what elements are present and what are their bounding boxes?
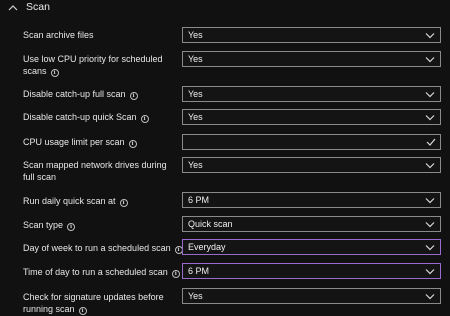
info-icon[interactable]: i [129, 92, 138, 100]
setting-label: Time of day to run a scheduled scan i [23, 267, 193, 279]
setting-label: Disable catch-up quick Scan i [23, 112, 173, 124]
checkmark-icon [426, 138, 436, 146]
setting-label: Use low CPU priority for scheduled scans… [23, 54, 163, 77]
dropdown-value: Yes [188, 30, 203, 40]
dropdown-value: Yes [188, 291, 203, 301]
disable-catchup-full-scan-dropdown[interactable]: Yes [182, 86, 441, 102]
dropdown-value: Yes [188, 89, 203, 99]
low-cpu-priority-dropdown[interactable]: Yes [182, 51, 441, 67]
chevron-down-icon [425, 33, 435, 39]
setting-label: Day of week to run a scheduled scan i [23, 243, 193, 255]
signature-update-check-dropdown[interactable]: Yes [182, 288, 441, 304]
dropdown-value: Yes [188, 54, 203, 64]
chevron-down-icon [425, 92, 435, 98]
setting-label: Scan mapped network drives during full s… [23, 160, 167, 182]
info-icon[interactable]: i [50, 68, 59, 77]
daily-quick-scan-time-dropdown[interactable]: 6 PM [182, 192, 441, 208]
setting-label: Disable catch-up full scan i [23, 89, 173, 101]
dropdown-value: Yes [188, 160, 203, 170]
setting-label: Scan archive files [23, 30, 94, 40]
info-icon[interactable]: i [67, 223, 76, 231]
chevron-up-icon[interactable] [8, 4, 18, 12]
section-title: Scan [26, 1, 50, 13]
dropdown-value: 6 PM [188, 266, 210, 276]
scan-day-of-week-dropdown[interactable]: Everyday [182, 239, 441, 255]
scan-mapped-drives-dropdown[interactable]: Yes [182, 157, 441, 173]
scan-type-dropdown[interactable]: Quick scan [182, 216, 441, 232]
setting-label: Scan type i [23, 220, 173, 232]
dropdown-value: Quick scan [188, 219, 233, 229]
chevron-down-icon [425, 245, 435, 251]
info-icon[interactable]: i [128, 140, 137, 148]
cpu-usage-limit-input[interactable] [182, 134, 441, 150]
scan-time-of-day-dropdown[interactable]: 6 PM [182, 263, 441, 279]
scan-archive-files-dropdown[interactable]: Yes [182, 27, 441, 43]
setting-label: Run daily quick scan at i [23, 196, 173, 208]
chevron-down-icon [425, 198, 435, 204]
chevron-down-icon [425, 269, 435, 275]
disable-catchup-quick-scan-dropdown[interactable]: Yes [182, 109, 441, 125]
info-icon[interactable]: i [140, 115, 149, 123]
chevron-down-icon [425, 163, 435, 169]
section-header-scan[interactable]: Scan [0, 0, 450, 18]
setting-label: CPU usage limit per scan i [23, 137, 173, 149]
info-icon[interactable]: i [78, 306, 87, 315]
chevron-down-icon [425, 222, 435, 228]
setting-label: Check for signature updates before runni… [23, 292, 164, 315]
dropdown-value: Yes [188, 112, 203, 122]
dropdown-value: 6 PM [188, 195, 210, 205]
info-icon[interactable]: i [171, 270, 180, 278]
info-icon[interactable]: i [119, 199, 128, 207]
dropdown-value: Everyday [188, 242, 226, 252]
chevron-down-icon [425, 57, 435, 63]
chevron-down-icon [425, 294, 435, 300]
chevron-down-icon [425, 115, 435, 121]
